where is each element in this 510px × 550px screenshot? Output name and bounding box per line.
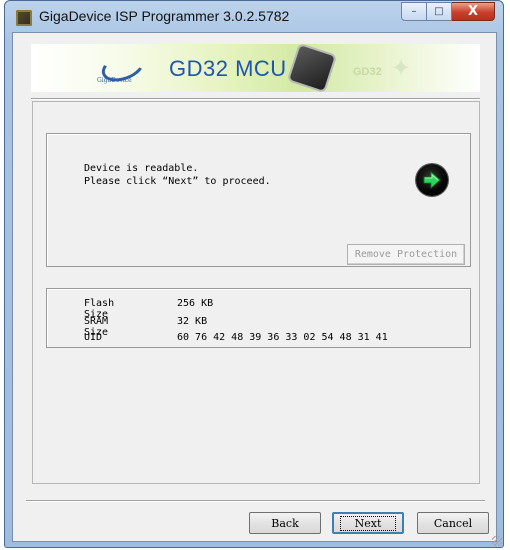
device-info-group: Flash Size 256 KB SRAM Size 32 KB UID 60… bbox=[46, 288, 471, 348]
leopard-icon: ✦ bbox=[391, 54, 412, 82]
close-button[interactable]: X bbox=[452, 2, 495, 21]
banner-divider bbox=[31, 98, 480, 100]
next-button[interactable]: Next bbox=[332, 512, 404, 534]
application-window: GigaDevice ISP Programmer 3.0.2.5782 – □… bbox=[4, 0, 504, 548]
footer-divider bbox=[26, 500, 485, 502]
caption-buttons: – □ X bbox=[401, 2, 495, 22]
minimize-button[interactable]: – bbox=[401, 2, 427, 21]
window-title: GigaDevice ISP Programmer 3.0.2.5782 bbox=[39, 8, 290, 24]
cancel-button[interactable]: Cancel bbox=[417, 512, 489, 534]
status-group: Device is readable. Please click “Next” … bbox=[46, 133, 471, 267]
company-name: GigaDevice bbox=[97, 77, 132, 84]
client-area: GigaDevice GD32 MCU GD32 ✦ Device is rea… bbox=[12, 32, 497, 542]
flash-size-value: 256 KB bbox=[177, 298, 214, 309]
resize-grip[interactable] bbox=[492, 536, 502, 546]
uid-label: UID bbox=[84, 332, 103, 343]
chip-icon bbox=[289, 45, 335, 91]
status-message-line1: Device is readable. bbox=[84, 163, 199, 174]
maximize-button[interactable]: □ bbox=[427, 2, 452, 21]
status-message-line2: Please click “Next” to proceed. bbox=[84, 176, 271, 187]
chip-brand-text: GD32 bbox=[353, 66, 382, 78]
title-bar[interactable]: GigaDevice ISP Programmer 3.0.2.5782 – □… bbox=[5, 1, 503, 33]
header-banner: GigaDevice GD32 MCU GD32 ✦ bbox=[31, 44, 480, 92]
content-panel: Device is readable. Please click “Next” … bbox=[32, 101, 480, 484]
app-icon[interactable] bbox=[16, 10, 32, 26]
next-button-label: Next bbox=[339, 515, 397, 531]
sram-size-value: 32 KB bbox=[177, 316, 208, 327]
back-button[interactable]: Back bbox=[249, 512, 321, 534]
uid-value: 60 76 42 48 39 36 33 02 54 48 31 41 bbox=[177, 332, 388, 343]
product-title: GD32 MCU bbox=[169, 56, 287, 81]
remove-protection-button[interactable]: Remove Protection bbox=[347, 244, 465, 265]
green-arrow-icon bbox=[416, 164, 448, 196]
